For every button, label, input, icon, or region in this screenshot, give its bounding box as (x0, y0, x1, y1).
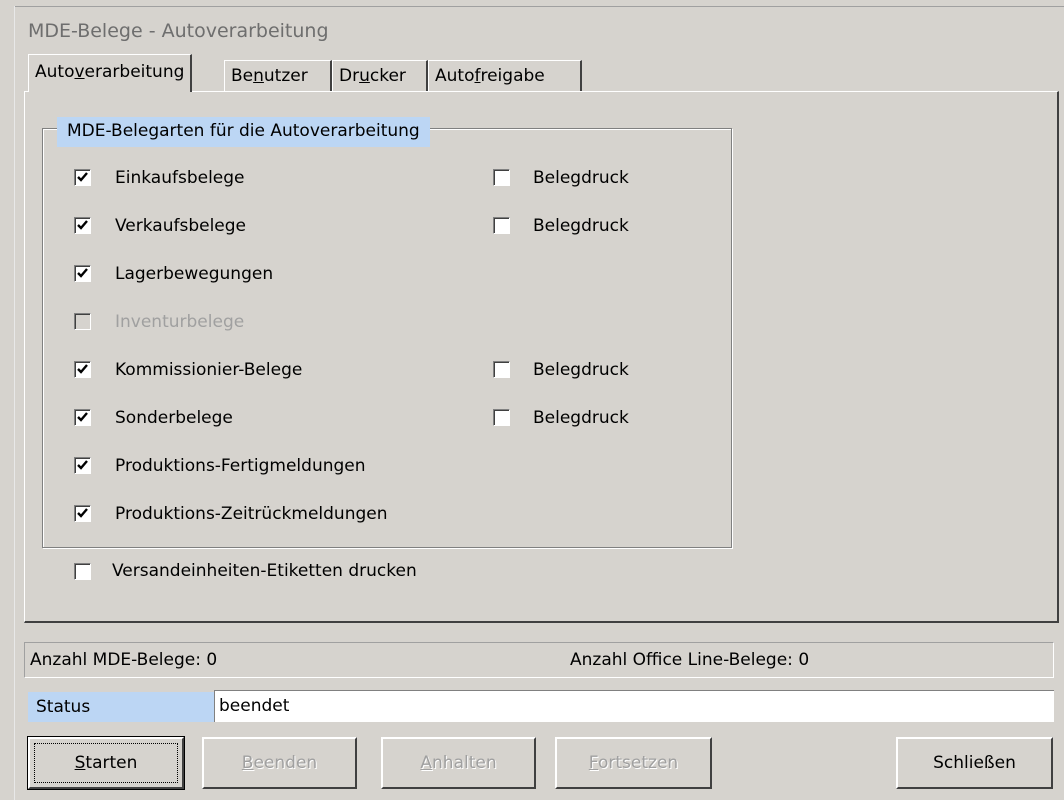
checkbox-belegdruck-kommissionier[interactable] (493, 361, 510, 378)
tab-label-part: utzer (263, 66, 308, 86)
tab-autoverarbeitung[interactable]: Autoverarbeitung (28, 54, 193, 92)
button-label-part: ortsetzen (597, 753, 679, 773)
label-belegdruck-sonder: Belegdruck (533, 408, 629, 428)
stop-button[interactable]: Beenden (202, 737, 357, 789)
status-field: beendet (214, 690, 1054, 722)
close-button[interactable]: Schließen (896, 737, 1053, 789)
checkbox-produktions-fertigmeldungen[interactable] (74, 457, 91, 474)
label-produktions-zeitrueckmeldungen: Produktions-Zeitrückmeldungen (115, 504, 388, 524)
count-mde-belege: Anzahl MDE-Belege: 0 (30, 650, 218, 670)
tab-label-part: Be (231, 66, 254, 86)
checkbox-produktions-zeitrueckmeldungen[interactable] (74, 505, 91, 522)
label-belegdruck-verkauf: Belegdruck (533, 216, 629, 236)
tab-mnemonic: v (74, 62, 85, 82)
checkbox-belegdruck-einkauf[interactable] (493, 169, 510, 186)
label-versandeinheiten-etiketten: Versandeinheiten-Etiketten drucken (112, 561, 417, 581)
button-label: Schließen (933, 753, 1016, 773)
status-label: Status (28, 692, 214, 722)
tab-label-part: cker (369, 66, 406, 86)
checkbox-lagerbewegungen[interactable] (74, 265, 91, 282)
checkmark-icon (77, 172, 88, 182)
checkbox-einkaufsbelege[interactable] (74, 169, 91, 186)
label-sonderbelege: Sonderbelege (115, 408, 233, 428)
button-mnemonic: A (420, 753, 433, 773)
document-types-group (42, 128, 732, 548)
window-top-edge (14, 6, 1064, 7)
label-belegdruck-kommissionier: Belegdruck (533, 360, 629, 380)
checkmark-icon (77, 508, 88, 518)
label-belegdruck-einkauf: Belegdruck (533, 168, 629, 188)
label-verkaufsbelege: Verkaufsbelege (115, 216, 247, 236)
pause-button[interactable]: Anhalten (381, 737, 536, 789)
tab-autofreigabe[interactable]: Autofreigabe (428, 60, 582, 92)
tab-label-part: erarbeitung (84, 62, 185, 82)
window-title: MDE-Belege - Autoverarbeitung (28, 20, 329, 42)
label-kommissionier-belege: Kommissionier-Belege (115, 360, 303, 380)
group-title: MDE-Belegarten für die Autoverarbeitung (57, 117, 430, 147)
window-left-edge (14, 6, 15, 800)
label-produktions-fertigmeldungen: Produktions-Fertigmeldungen (115, 456, 366, 476)
label-lagerbewegungen: Lagerbewegungen (115, 264, 274, 284)
checkmark-icon (77, 220, 88, 230)
checkbox-versandeinheiten-etiketten[interactable] (74, 563, 91, 580)
tab-mnemonic: n (253, 66, 264, 86)
count-office-line-belege: Anzahl Office Line-Belege: 0 (570, 650, 810, 670)
focus-rect (34, 743, 178, 783)
label-inventurbelege: Inventurbelege (115, 312, 245, 332)
checkbox-kommissionier-belege[interactable] (74, 361, 91, 378)
checkbox-belegdruck-sonder[interactable] (493, 409, 510, 426)
button-mnemonic: F (588, 753, 598, 773)
tab-mnemonic: u (359, 66, 370, 86)
start-button[interactable]: Starten (27, 736, 185, 790)
tab-label-part: Auto (435, 66, 475, 86)
resume-button[interactable]: Fortsetzen (555, 737, 712, 789)
tab-benutzer[interactable]: Benutzer (224, 60, 332, 92)
checkmark-icon (77, 412, 88, 422)
checkbox-belegdruck-verkauf[interactable] (493, 217, 510, 234)
checkmark-icon (77, 364, 88, 374)
button-mnemonic: B (241, 753, 254, 773)
checkmark-icon (77, 268, 88, 278)
tab-label-part: Auto (35, 62, 75, 82)
tab-drucker[interactable]: Drucker (332, 60, 428, 92)
tab-label-part: Dr (339, 66, 360, 86)
checkbox-verkaufsbelege[interactable] (74, 217, 91, 234)
checkmark-icon (77, 460, 88, 470)
button-label-part: nhalten (432, 753, 497, 773)
checkbox-inventurbelege (74, 313, 91, 330)
label-einkaufsbelege: Einkaufsbelege (115, 168, 245, 188)
tab-label-part: reigabe (480, 66, 545, 86)
checkbox-sonderbelege[interactable] (74, 409, 91, 426)
button-label-part: eenden (253, 753, 318, 773)
